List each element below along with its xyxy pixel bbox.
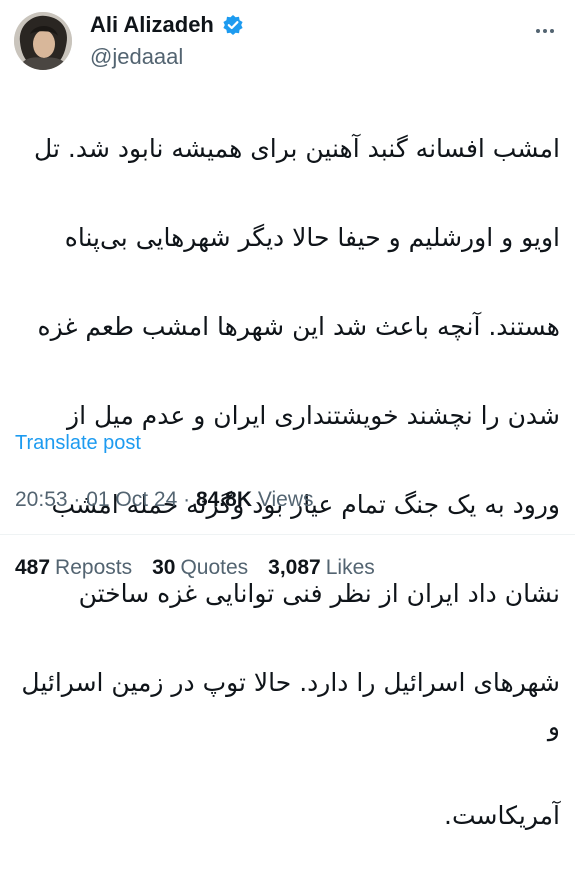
reposts-count: 487 [15,556,51,579]
meta-separator: · [73,488,87,511]
post-text-line: امشب افسانه گنبد آهنین برای همیشه نابود … [34,133,560,163]
likes-stat[interactable]: 3,087 Likes [268,556,375,580]
post-text: امشب افسانه گنبد آهنین برای همیشه نابود … [14,82,560,883]
post-header: Ali Alizadeh @jedaaal [14,10,562,72]
display-name[interactable]: Ali Alizadeh [90,12,214,38]
views-count: 84.8K [195,488,253,511]
more-options-icon[interactable] [534,22,558,46]
views-label: Views [257,488,314,511]
post-text-line: شهرهای اسرائیل را دارد. حالا توپ در زمین… [21,667,560,742]
avatar-image [14,12,72,70]
reposts-stat[interactable]: 487 Reposts [15,556,132,580]
reposts-label: Reposts [55,556,133,579]
translate-post-link[interactable]: Translate post [15,432,141,455]
post-date[interactable]: 01 Oct 24 [86,488,177,511]
quotes-stat[interactable]: 30 Quotes [152,556,248,580]
post-text-line: آمریکاست. [444,801,560,830]
likes-count: 3,087 [268,556,321,579]
author-handle[interactable]: @jedaaal [90,44,183,70]
post-time[interactable]: 20:53 [15,488,68,511]
meta-separator: · [183,488,196,511]
divider [0,534,575,535]
verified-badge-icon [222,14,244,36]
post-text-line: اویو و اورشلیم و حیفا حالا دیگر شهرهایی … [64,222,560,252]
quotes-label: Quotes [180,556,249,579]
engagement-stats: 487 Reposts 30 Quotes 3,087 Likes [15,556,375,580]
likes-label: Likes [325,556,375,579]
post-text-line: هستند. آنچه باعث شد این شهرها امشب طعم غ… [37,311,560,341]
post-meta: 20:53 · 01 Oct 24 · 84.8K Views [15,488,314,512]
quotes-count: 30 [152,556,176,579]
avatar[interactable] [14,12,72,70]
